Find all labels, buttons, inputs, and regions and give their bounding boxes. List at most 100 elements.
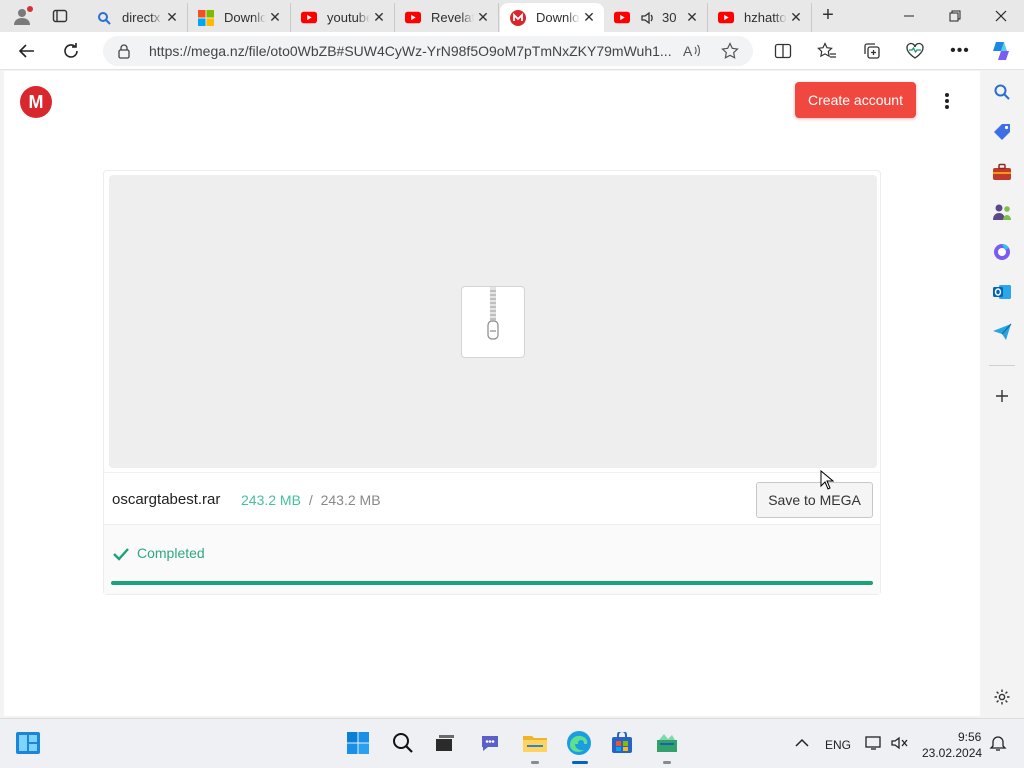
- file-preview: [109, 175, 877, 468]
- more-options-icon[interactable]: [940, 91, 954, 111]
- split-screen-button[interactable]: [768, 36, 798, 66]
- clock-date[interactable]: 23.02.2024: [922, 746, 982, 760]
- mega-icon: [510, 9, 526, 26]
- sidebar-tools-icon[interactable]: [991, 161, 1013, 183]
- profile-button[interactable]: [8, 4, 36, 28]
- browser-tab-active[interactable]: Download ✕: [500, 3, 604, 32]
- sidebar-send-icon[interactable]: [991, 321, 1013, 343]
- svg-text:A: A: [683, 43, 693, 59]
- favorite-star-icon[interactable]: [721, 42, 739, 65]
- tab-label: hzhatto: [744, 10, 787, 25]
- status-text: Completed: [137, 545, 205, 561]
- volume-muted-icon[interactable]: [886, 729, 914, 757]
- notification-dot: [27, 6, 33, 12]
- file-info-row: oscargtabest.rar 243.2 MB / 243.2 MB Sav…: [104, 472, 880, 524]
- sidebar-add-icon[interactable]: [991, 385, 1013, 407]
- active-indicator: [572, 761, 588, 764]
- browser-tab[interactable]: hzhatto ✕: [708, 3, 812, 32]
- speaker-icon[interactable]: [640, 10, 656, 26]
- back-arrow-icon: [18, 44, 34, 58]
- url-text[interactable]: https://mega.nz/file/oto0WbZB#SUW4CyWz-Y…: [149, 43, 679, 59]
- sidebar-divider: [989, 365, 1015, 366]
- sidebar-search-icon[interactable]: [991, 81, 1013, 103]
- close-tab-icon[interactable]: ✕: [683, 9, 701, 26]
- close-tab-icon[interactable]: ✕: [266, 9, 284, 26]
- task-view-icon[interactable]: [431, 729, 459, 757]
- refresh-button[interactable]: [56, 36, 86, 66]
- total-size: 243.2 MB: [320, 492, 381, 508]
- read-aloud-icon[interactable]: A: [683, 43, 701, 64]
- save-to-mega-button[interactable]: Save to MEGA: [756, 482, 873, 518]
- lock-icon[interactable]: [117, 43, 131, 64]
- address-bar[interactable]: https://mega.nz/file/oto0WbZB#SUW4CyWz-Y…: [103, 36, 753, 66]
- file-name: oscargtabest.rar: [112, 491, 221, 508]
- collections-button[interactable]: [857, 36, 887, 66]
- downloaded-size: 243.2 MB: [241, 492, 301, 508]
- sidebar-shopping-icon[interactable]: [991, 121, 1013, 143]
- copilot-icon: [993, 42, 1009, 60]
- sidebar-outlook-icon[interactable]: [991, 281, 1013, 303]
- browser-tab[interactable]: youtube ✕: [291, 3, 395, 32]
- size-separator: /: [308, 492, 313, 508]
- close-tab-icon[interactable]: ✕: [370, 9, 388, 26]
- plus-icon: +: [822, 4, 834, 26]
- archive-file-icon: [461, 286, 525, 358]
- sidebar-games-icon[interactable]: [991, 201, 1013, 223]
- minimize-button[interactable]: [886, 0, 932, 32]
- browser-tab[interactable]: directx ✕: [86, 3, 188, 32]
- create-account-button[interactable]: Create account: [795, 82, 916, 118]
- network-icon[interactable]: [860, 729, 888, 757]
- browser-tab[interactable]: Revelation ✕: [395, 3, 499, 32]
- edge-browser-icon[interactable]: [565, 729, 593, 757]
- back-button[interactable]: [12, 36, 42, 66]
- file-download-card: oscargtabest.rar 243.2 MB / 243.2 MB Sav…: [103, 170, 881, 595]
- sidebar-settings-gear-icon[interactable]: [991, 686, 1013, 708]
- taskbar: ENG 9:56 23.02.2024: [0, 718, 1024, 768]
- settings-menu-button[interactable]: •••: [945, 36, 975, 66]
- collections-icon: [864, 43, 880, 59]
- tab-label: youtube: [327, 10, 370, 25]
- browser-tab[interactable]: 30 ✕: [604, 3, 708, 32]
- progress-fill: [111, 581, 873, 585]
- search-icon: [96, 10, 112, 26]
- copilot-button[interactable]: [986, 36, 1016, 66]
- start-windows-icon[interactable]: [344, 729, 372, 757]
- mouse-cursor-icon: [820, 469, 835, 495]
- close-tab-icon[interactable]: ✕: [787, 9, 805, 26]
- clock-time[interactable]: 9:56: [958, 730, 981, 744]
- new-tab-button[interactable]: +: [816, 5, 840, 27]
- tab-label: Revelation: [431, 10, 474, 25]
- navigation-bar: https://mega.nz/file/oto0WbZB#SUW4CyWz-Y…: [0, 32, 1024, 70]
- refresh-icon: [64, 43, 78, 58]
- browser-essentials-button[interactable]: [900, 36, 930, 66]
- browser-tab[interactable]: Download ✕: [188, 3, 291, 32]
- mega-logo[interactable]: M: [20, 86, 52, 118]
- close-window-button[interactable]: [978, 0, 1024, 32]
- widgets-icon[interactable]: [14, 729, 42, 757]
- app-icon[interactable]: [653, 729, 681, 757]
- show-hidden-icons-chevron-icon[interactable]: [788, 729, 816, 757]
- close-tab-icon[interactable]: ✕: [163, 9, 181, 26]
- tab-actions-icon: [52, 9, 68, 23]
- taskbar-search-icon[interactable]: [389, 729, 417, 757]
- file-explorer-icon[interactable]: [521, 729, 549, 757]
- heart-pulse-icon: [906, 42, 924, 59]
- youtube-icon: [405, 10, 421, 26]
- minimize-icon: [904, 15, 914, 17]
- close-tab-icon[interactable]: ✕: [580, 9, 598, 26]
- favorites-button[interactable]: [812, 36, 842, 66]
- restore-button[interactable]: [932, 0, 978, 32]
- microsoft-store-icon[interactable]: [608, 729, 636, 757]
- page-content: M Create account oscargtabest.rar 243.2 …: [4, 71, 980, 716]
- notification-icon[interactable]: [984, 729, 1012, 757]
- input-language[interactable]: ENG: [825, 738, 851, 752]
- file-size: 243.2 MB / 243.2 MB: [241, 492, 381, 508]
- favorites-icon: [817, 42, 836, 58]
- tab-label: directx: [122, 10, 161, 25]
- close-tab-icon[interactable]: ✕: [474, 9, 492, 26]
- restore-icon: [949, 10, 961, 22]
- teams-chat-icon[interactable]: [476, 729, 504, 757]
- sidebar-office-icon[interactable]: [991, 241, 1013, 263]
- tab-actions-button[interactable]: [46, 4, 74, 28]
- tab-label: Download: [224, 10, 266, 25]
